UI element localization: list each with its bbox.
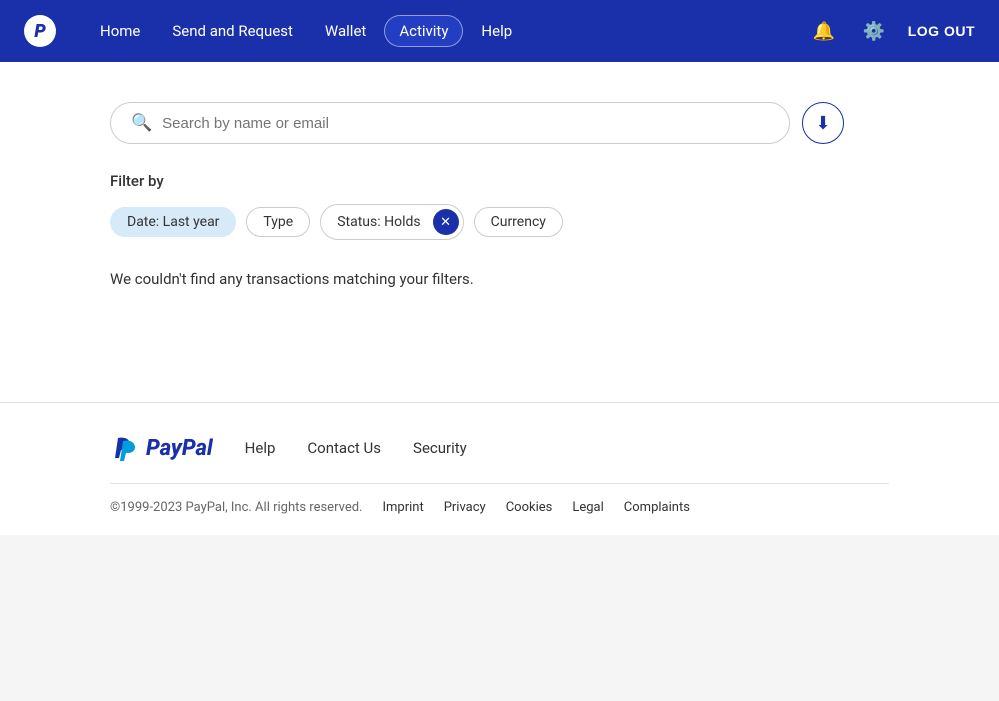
nav-right-actions: 🔔 ⚙️ LOG OUT	[808, 15, 975, 47]
search-icon: 🔍	[131, 113, 152, 133]
paypal-logo-icon	[110, 433, 140, 463]
nav-wallet[interactable]: Wallet	[311, 16, 380, 46]
nav-logo: P	[24, 15, 56, 47]
footer-help-link[interactable]: Help	[245, 439, 276, 457]
search-bar: 🔍	[110, 102, 790, 144]
main-content: 🔍 ⬇ Filter by Date: Last year Type Statu…	[0, 62, 999, 402]
footer-logo: PayPal	[110, 433, 213, 463]
filter-type-label: Type	[263, 214, 293, 230]
nav-help[interactable]: Help	[467, 16, 526, 46]
filter-currency-label: Currency	[491, 214, 546, 230]
filter-status-label: Status: Holds	[337, 214, 428, 230]
search-input[interactable]	[162, 115, 769, 132]
search-container: 🔍 ⬇	[110, 102, 889, 144]
footer-copyright: ©1999-2023 PayPal, Inc. All rights reser…	[110, 500, 362, 515]
nav-logo-icon: P	[24, 15, 56, 47]
footer-complaints-link[interactable]: Complaints	[624, 500, 690, 515]
footer: PayPal Help Contact Us Security ©1999-20…	[0, 403, 999, 535]
footer-separator	[110, 483, 889, 484]
nav-home[interactable]: Home	[86, 16, 154, 46]
filter-date-chip[interactable]: Date: Last year	[110, 207, 236, 237]
filter-status-chip[interactable]: Status: Holds ✕	[320, 204, 463, 240]
footer-logo-text: PayPal	[146, 436, 213, 461]
nav-activity[interactable]: Activity	[384, 15, 463, 47]
footer-legal-link[interactable]: Legal	[572, 500, 603, 515]
footer-security-link[interactable]: Security	[413, 439, 467, 457]
footer-contact-link[interactable]: Contact Us	[307, 439, 381, 457]
download-button[interactable]: ⬇	[802, 102, 844, 144]
logout-button[interactable]: LOG OUT	[908, 23, 975, 39]
settings-icon[interactable]: ⚙️	[858, 15, 890, 47]
filter-date-label: Date: Last year	[127, 214, 219, 230]
notification-icon[interactable]: 🔔	[808, 15, 840, 47]
filter-chips: Date: Last year Type Status: Holds ✕ Cur…	[110, 204, 889, 240]
filter-status-close-button[interactable]: ✕	[433, 209, 459, 235]
filter-label: Filter by	[110, 172, 889, 190]
no-results-message: We couldn't find any transactions matchi…	[110, 270, 889, 288]
filter-type-chip[interactable]: Type	[246, 207, 310, 237]
filter-currency-chip[interactable]: Currency	[474, 207, 563, 237]
footer-top: PayPal Help Contact Us Security	[110, 433, 889, 463]
footer-imprint-link[interactable]: Imprint	[382, 500, 423, 515]
navbar: P Home Send and Request Wallet Activity …	[0, 0, 999, 62]
nav-send-request[interactable]: Send and Request	[158, 16, 307, 46]
footer-bottom: ©1999-2023 PayPal, Inc. All rights reser…	[110, 500, 889, 515]
nav-links: Home Send and Request Wallet Activity He…	[86, 15, 808, 47]
footer-privacy-link[interactable]: Privacy	[444, 500, 486, 515]
footer-cookies-link[interactable]: Cookies	[506, 500, 553, 515]
